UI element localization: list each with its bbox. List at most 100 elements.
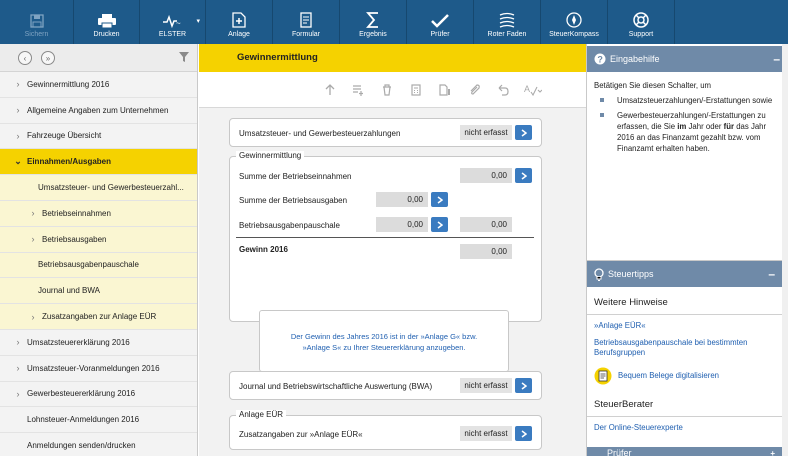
printer-icon bbox=[97, 14, 116, 28]
insert-row-icon[interactable] bbox=[352, 84, 364, 96]
main-toolbar: Sichern Drucken ~ ELSTER ▾ Anlage Formul… bbox=[0, 0, 788, 44]
elster-button[interactable]: ~ ELSTER ▾ bbox=[140, 0, 206, 44]
nav-item-journal-bwa[interactable]: Journal und BWA bbox=[0, 278, 197, 305]
nav-item-ust-voranmeldungen[interactable]: › Umsatzsteuer-Voranmeldungen 2016 bbox=[0, 355, 197, 382]
nav-item-zusatzangaben-euer[interactable]: › Zusatzangaben zur Anlage EÜR bbox=[0, 304, 197, 330]
pauschale-open-button[interactable] bbox=[431, 217, 448, 232]
collapse-icon[interactable]: – bbox=[768, 267, 775, 281]
print-button[interactable]: Drucken bbox=[74, 0, 140, 44]
lifebuoy-icon bbox=[633, 12, 649, 28]
tip-link-pauschale[interactable]: Betriebsausgabenpauschale bei bestimmten… bbox=[587, 336, 783, 360]
calculator-icon[interactable] bbox=[411, 84, 421, 96]
nav-item-einnahmen-ausgaben[interactable]: ⌄ Einnahmen/Ausgaben bbox=[0, 149, 197, 176]
tip-link-anlage-euer[interactable]: »Anlage EÜR« bbox=[587, 319, 783, 333]
collapse-icon[interactable]: – bbox=[773, 52, 780, 66]
chevron-right-icon bbox=[521, 381, 527, 390]
skip-button[interactable]: » bbox=[41, 51, 55, 65]
chevron-right-icon bbox=[521, 429, 527, 438]
undo-icon[interactable] bbox=[497, 84, 509, 96]
chevron-right-icon bbox=[437, 195, 443, 204]
guide-icon bbox=[499, 12, 515, 28]
anlage-status: nicht erfasst bbox=[460, 426, 512, 441]
spellcheck-icon[interactable]: A bbox=[524, 84, 542, 96]
save-icon bbox=[29, 14, 44, 28]
chevron-right-icon: › bbox=[16, 130, 20, 141]
nav-item-anmeldungen-senden[interactable]: Anmeldungen senden/drucken bbox=[0, 433, 197, 456]
chevron-right-icon: › bbox=[16, 388, 20, 399]
result-button[interactable]: Ergebnis bbox=[340, 0, 407, 44]
anlage-euer-group: Anlage EÜR Zusatzangaben zur »Anlage EÜR… bbox=[229, 410, 542, 450]
chevron-right-icon: › bbox=[16, 79, 20, 90]
paperclip-icon[interactable] bbox=[469, 84, 481, 96]
back-button[interactable]: ‹ bbox=[18, 51, 32, 65]
skip-forward-icon: » bbox=[45, 53, 51, 63]
journal-status: nicht erfasst bbox=[460, 378, 512, 393]
side-panel: ? Eingabehilfe – Betätigen Sie diesen Sc… bbox=[586, 44, 788, 456]
help-panel-header[interactable]: ? Eingabehilfe – bbox=[587, 46, 788, 72]
expand-icon[interactable]: + bbox=[770, 449, 775, 456]
tips-panel-header[interactable]: Steuertipps – bbox=[587, 261, 783, 287]
pauschale-value: 0,00 bbox=[376, 217, 428, 232]
ust-open-button[interactable] bbox=[515, 125, 532, 140]
support-button[interactable]: Support bbox=[608, 0, 675, 44]
page-title: Gewinnermittlung bbox=[199, 44, 586, 72]
checker-panel-header[interactable]: Prüfer + bbox=[587, 447, 783, 456]
help-content: Betätigen Sie diesen Schalter, um Umsatz… bbox=[587, 72, 788, 162]
einnahmen-value: 0,00 bbox=[460, 168, 512, 183]
checker-button[interactable]: Prüfer bbox=[407, 0, 474, 44]
question-icon: ? bbox=[594, 53, 606, 65]
filter-icon[interactable] bbox=[179, 52, 189, 62]
document-edit-icon[interactable] bbox=[439, 84, 451, 96]
gewinn-value: 0,00 bbox=[460, 244, 512, 259]
chevron-left-icon: ‹ bbox=[23, 53, 27, 63]
ausgaben-open-button[interactable] bbox=[431, 192, 448, 207]
chevron-right-icon bbox=[437, 220, 443, 229]
nav-item-fahrzeuge[interactable]: › Fahrzeuge Übersicht bbox=[0, 123, 197, 150]
trash-icon[interactable] bbox=[382, 84, 392, 96]
main-content: Gewinnermittlung A Umsatzsteuer- und Gew… bbox=[199, 44, 586, 456]
nav-item-betriebsausgaben[interactable]: › Betriebsausgaben bbox=[0, 226, 197, 253]
tips-panel: Steuertipps – Weitere Hinweise »Anlage E… bbox=[587, 260, 783, 456]
svg-text:A: A bbox=[524, 84, 530, 94]
help-bullet: Gewerbesteuerzahlungen/-Erstattungen zu … bbox=[594, 110, 781, 154]
lightbulb-icon bbox=[594, 267, 604, 281]
chevron-right-icon: › bbox=[16, 337, 20, 348]
einnahmen-open-button[interactable] bbox=[515, 168, 532, 183]
navigation-panel: ‹ » › Gewinnermittlung 2016 › Allgemeine A… bbox=[0, 44, 198, 456]
content-toolbar: A bbox=[199, 72, 586, 108]
nav-item-ust-gewst-zahlungen[interactable]: Umsatzsteuer- und Gewerbesteuerzahl... bbox=[0, 175, 197, 201]
nav-item-gewerbesteuererklaerung[interactable]: › Gewerbesteuererklärung 2016 bbox=[0, 381, 197, 408]
ust-gewst-box: Umsatzsteuer- und Gewerbesteuerzahlungen… bbox=[229, 118, 542, 147]
tax-compass-button[interactable]: SteuerKompass bbox=[541, 0, 608, 44]
anlage-open-button[interactable] bbox=[515, 426, 532, 441]
chevron-right-icon: › bbox=[31, 208, 35, 219]
navigation-header: ‹ » bbox=[0, 44, 197, 72]
ust-status: nicht erfasst bbox=[460, 125, 512, 140]
move-up-icon[interactable] bbox=[325, 84, 335, 96]
compass-icon bbox=[566, 12, 582, 28]
nav-item-pauschale[interactable]: Betriebsausgabenpauschale bbox=[0, 252, 197, 279]
checkmark-icon bbox=[431, 14, 449, 28]
nav-item-umsatzsteuererklaerung[interactable]: › Umsatzsteuererklärung 2016 bbox=[0, 329, 197, 356]
gewinn-info-note: Der Gewinn des Jahres 2016 ist in der »A… bbox=[259, 310, 509, 372]
side-panel-scrollbar[interactable] bbox=[782, 44, 788, 456]
nav-item-gewinnermittlung[interactable]: › Gewinnermittlung 2016 bbox=[0, 72, 197, 98]
tip-link-steuerexperte[interactable]: Der Online-Steuerexperte bbox=[587, 421, 783, 435]
sum-icon bbox=[366, 12, 378, 28]
nav-item-betriebseinnahmen[interactable]: › Betriebseinnahmen bbox=[0, 200, 197, 227]
chevron-right-icon: › bbox=[31, 311, 35, 322]
nav-item-allgemeine-angaben[interactable]: › Allgemeine Angaben zum Unternehmen bbox=[0, 97, 197, 124]
journal-open-button[interactable] bbox=[515, 378, 532, 393]
form-button[interactable]: Formular bbox=[273, 0, 340, 44]
ausgaben-value: 0,00 bbox=[376, 192, 428, 207]
tip-link-belege[interactable]: Bequem Belege digitalisieren bbox=[587, 365, 783, 387]
sum-divider bbox=[236, 237, 534, 238]
svg-text:~: ~ bbox=[176, 19, 181, 28]
save-button[interactable]: Sichern bbox=[0, 0, 74, 44]
attachment-button[interactable]: Anlage bbox=[206, 0, 273, 44]
guide-button[interactable]: Roter Faden bbox=[474, 0, 541, 44]
nav-item-lohnsteuer-anmeldungen[interactable]: Lohnsteuer-Anmeldungen 2016 bbox=[0, 407, 197, 434]
help-bullet: Umsatzsteuerzahlungen/-Erstattungen sowi… bbox=[594, 95, 781, 106]
elster-icon: ~ bbox=[162, 14, 181, 28]
add-document-icon bbox=[232, 12, 246, 28]
